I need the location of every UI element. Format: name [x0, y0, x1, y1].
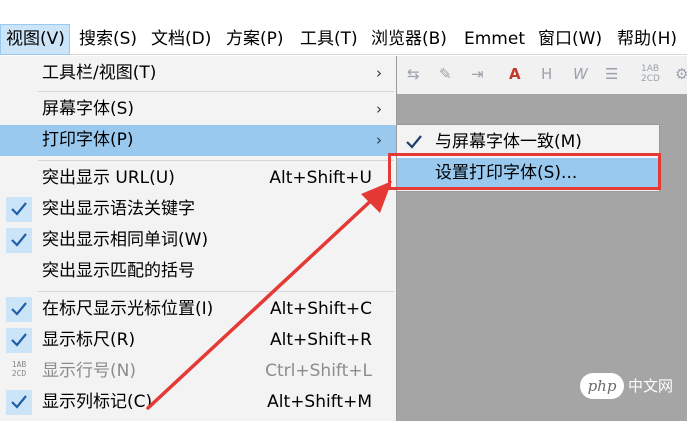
annotation-arrow-icon	[146, 181, 392, 410]
watermark-text: 中文网	[628, 377, 674, 395]
watermark-logo: php	[580, 373, 624, 399]
